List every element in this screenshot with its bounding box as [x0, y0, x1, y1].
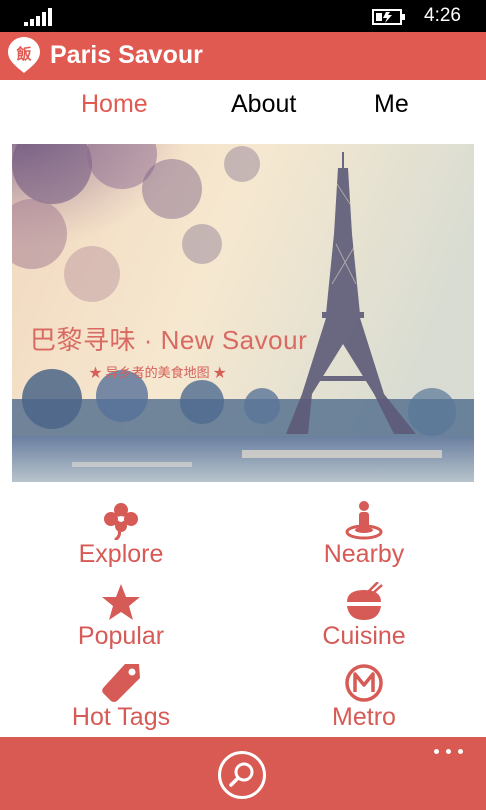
menu-popular[interactable]: Popular	[31, 582, 211, 656]
eiffel-tower-photo	[12, 144, 474, 482]
menu-cuisine[interactable]: Cuisine	[274, 582, 454, 656]
tab-about[interactable]: About	[231, 90, 296, 119]
tag-icon	[102, 664, 140, 702]
menu-metro[interactable]: Metro	[274, 663, 454, 737]
person-location-icon	[345, 501, 383, 540]
menu-label: Nearby	[323, 540, 405, 568]
app-header: 飯 Paris Savour	[0, 32, 486, 80]
hero-title: 巴黎寻味 · New Savour	[30, 325, 308, 355]
app-title: Paris Savour	[50, 41, 203, 69]
menu-label: Hot Tags	[71, 703, 171, 731]
more-icon[interactable]	[432, 745, 466, 757]
hero-subtitle: ★ 异乡者的美食地图 ★	[89, 365, 227, 380]
menu-label: Popular	[77, 622, 165, 650]
menu-label: Metro	[332, 703, 396, 731]
star-icon	[102, 584, 140, 620]
rice-bowl-chopsticks-icon	[346, 582, 383, 620]
bottom-app-bar	[0, 737, 486, 810]
menu-explore[interactable]: Explore	[31, 500, 211, 574]
metro-icon	[345, 664, 383, 702]
search-button[interactable]	[218, 751, 266, 799]
tab-home[interactable]: Home	[81, 90, 148, 119]
search-icon	[229, 762, 254, 787]
clover-icon	[104, 503, 138, 540]
paris-savour-logo-icon: 飯	[8, 37, 40, 73]
tab-me[interactable]: Me	[374, 90, 409, 119]
signal-strength-icon	[24, 8, 52, 26]
status-bar: 4:26	[0, 0, 486, 32]
battery-charging-icon	[372, 9, 405, 25]
status-time: 4:26	[424, 5, 461, 26]
menu-hot-tags[interactable]: Hot Tags	[31, 663, 211, 737]
svg-text:飯: 飯	[15, 45, 31, 63]
menu-label: Explore	[78, 540, 164, 568]
hero-banner[interactable]: 巴黎寻味 · New Savour ★ 异乡者的美食地图 ★	[12, 144, 474, 482]
menu-label: Cuisine	[322, 622, 406, 650]
menu-nearby[interactable]: Nearby	[274, 500, 454, 574]
